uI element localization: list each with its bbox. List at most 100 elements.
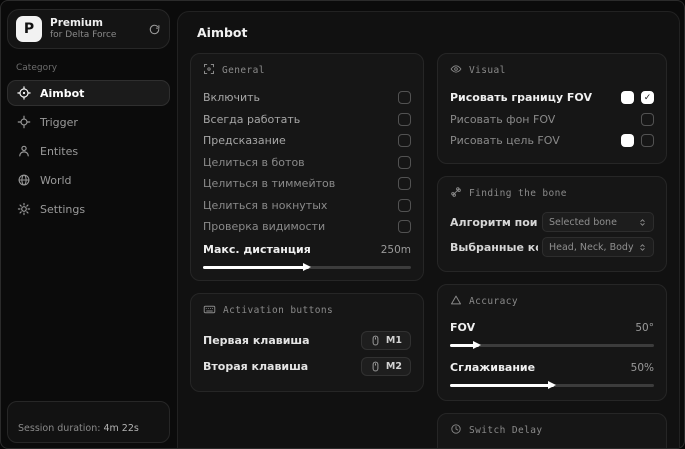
sidebar-item-world[interactable]: World (7, 167, 170, 193)
premium-texts: Premium for Delta Force (50, 17, 116, 41)
setting-row-enable: Включить (203, 87, 411, 109)
mouse-icon (372, 335, 379, 346)
bone-algorithm-label: Алгоритм поиска кости (450, 215, 538, 229)
crosshair-icon (17, 86, 31, 100)
trigger-scope-icon (17, 115, 31, 129)
sidebar-item-entites[interactable]: Entites (7, 138, 170, 164)
smoothing-slider[interactable] (450, 383, 654, 387)
general-panel: General Включить Всегда работать Предска… (190, 53, 424, 281)
selected-bones-label: Выбранные кости (450, 240, 538, 254)
setting-label: Рисовать границу FOV (450, 91, 592, 105)
setting-row-target-teammates: Целиться в тиммейтов (203, 173, 411, 195)
selected-bones-select[interactable]: Head, Neck, Body, Pe... (542, 237, 654, 257)
sidebar-item-label: Aimbot (40, 86, 85, 100)
premium-card: P Premium for Delta Force (7, 9, 170, 49)
draw-fov-target-row: Рисовать цель FOV (450, 130, 654, 152)
premium-logo: P (16, 16, 42, 42)
sidebar-item-label: Trigger (40, 115, 78, 129)
session-duration-card: Session duration: 4m 22s (7, 401, 170, 443)
fov-slider[interactable] (450, 343, 654, 347)
first-key-label: Первая клавиша (203, 334, 310, 347)
unfold-icon (640, 243, 645, 251)
checkbox-always-work[interactable] (398, 112, 411, 126)
session-duration-value: 4m 22s (103, 423, 139, 434)
first-key-bind-button[interactable]: M1 (360, 331, 411, 350)
globe-icon (17, 173, 31, 187)
second-key-label: Вторая клавиша (203, 360, 309, 373)
refresh-icon[interactable] (148, 23, 161, 36)
sidebar-item-label: Settings (40, 202, 86, 216)
eye-icon (450, 63, 462, 78)
first-key-row: Первая клавиша M1 (203, 328, 411, 354)
setting-row-visibility-check: Проверка видимости (203, 216, 411, 238)
setting-label: Целиться в нокнутых (203, 198, 328, 212)
bone-icon (450, 186, 462, 201)
checkbox-draw-fov-target[interactable] (641, 134, 654, 148)
smoothing-label: Сглаживание (450, 361, 536, 374)
second-key-bind-button[interactable]: M2 (360, 357, 411, 376)
fov-target-color-swatch[interactable] (621, 134, 634, 148)
setting-label: Предсказание (203, 134, 286, 148)
visual-panel: Visual Рисовать границу FOV ✓ Рисовать ф… (437, 53, 667, 164)
clock-icon (450, 423, 462, 438)
checkbox-draw-fov-border[interactable]: ✓ (641, 91, 654, 105)
sidebar: P Premium for Delta Force Category Aimbo… (1, 1, 176, 448)
max-distance-slider[interactable] (203, 265, 411, 269)
setting-row-always-work: Всегда работать (203, 109, 411, 131)
visual-panel-header: Visual (450, 63, 654, 78)
checkbox-target-teammates[interactable] (398, 177, 411, 191)
second-key-value: M2 (385, 361, 402, 372)
slider-fill (450, 383, 555, 387)
person-icon (17, 144, 31, 158)
premium-subtitle: for Delta Force (50, 29, 117, 40)
activation-buttons-panel: Activation buttons Первая клавиша M1 Вто… (190, 292, 424, 392)
finding-the-bone-panel: Finding the bone Алгоритм поиска кости S… (437, 175, 667, 272)
slider-fill (203, 265, 310, 269)
bone-algorithm-row: Алгоритм поиска кости Selected bone (450, 210, 654, 235)
checkbox-target-bots[interactable] (398, 155, 411, 169)
setting-label: Рисовать фон FOV (450, 112, 556, 126)
premium-title: Premium (50, 16, 103, 29)
sidebar-item-label: Entites (40, 144, 79, 158)
setting-label: Целиться в ботов (203, 155, 305, 169)
max-distance-slider-group: Макс. дистанция 250m (203, 240, 411, 269)
switch-delay-panel-header: Switch Delay (450, 423, 654, 438)
accuracy-panel-header: Accuracy (450, 294, 654, 309)
draw-fov-border-row: Рисовать границу FOV ✓ (450, 87, 654, 109)
bone-panel-header: Finding the bone (450, 186, 654, 201)
main-content: Aimbot General Включить Всегда работать … (177, 11, 680, 448)
checkbox-target-knocked[interactable] (398, 198, 411, 212)
sidebar-item-label: World (40, 173, 72, 187)
sidebar-item-trigger[interactable]: Trigger (7, 109, 170, 135)
selected-bones-value: Head, Neck, Body, Pe... (549, 241, 634, 253)
fov-border-color-swatch[interactable] (621, 91, 634, 105)
max-distance-value: 250m (380, 243, 411, 256)
page-title: Aimbot (197, 25, 248, 40)
gear-icon (17, 202, 31, 216)
bone-algorithm-value: Selected bone (549, 216, 617, 228)
setting-label: Всегда работать (203, 112, 301, 126)
smoothing-slider-group: Сглаживание 50% (450, 358, 654, 387)
setting-label: Рисовать цель FOV (450, 134, 560, 148)
smoothing-value: 50% (630, 361, 654, 374)
app-window: P Premium for Delta Force Category Aimbo… (0, 0, 685, 449)
activation-panel-header: Activation buttons (203, 303, 411, 319)
switch-delay-panel: Switch Delay Задержка переключения Задер… (437, 412, 667, 448)
keyboard-icon (203, 303, 216, 319)
checkbox-prediction[interactable] (398, 134, 411, 148)
sidebar-item-aimbot[interactable]: Aimbot (7, 80, 170, 106)
checkbox-draw-fov-background[interactable] (641, 112, 654, 126)
sidebar-item-settings[interactable]: Settings (7, 196, 170, 222)
session-duration-text: Session duration: 4m 22s (18, 423, 139, 434)
triangle-icon (450, 294, 462, 309)
second-key-row: Вторая клавиша M2 (203, 354, 411, 380)
fov-value: 50° (635, 321, 654, 334)
checkbox-visibility-check[interactable] (398, 220, 411, 234)
setting-row-target-bots: Целиться в ботов (203, 152, 411, 174)
fov-slider-group: FOV 50° (450, 318, 654, 347)
checkbox-enable[interactable] (398, 91, 411, 105)
bone-algorithm-select[interactable]: Selected bone (542, 212, 654, 232)
setting-row-target-knocked: Целиться в нокнутых (203, 195, 411, 217)
accuracy-panel: Accuracy FOV 50° Сглаживание 50% (437, 283, 667, 401)
general-panel-header: General (203, 63, 411, 78)
